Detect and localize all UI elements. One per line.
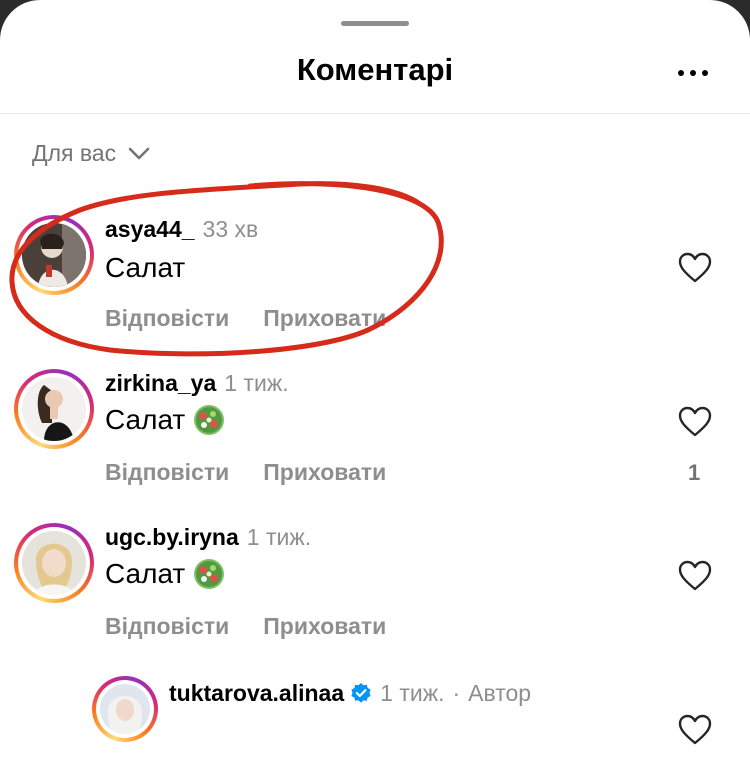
- reply-button[interactable]: Відповісти: [105, 459, 229, 486]
- author-label: Автор: [468, 680, 532, 706]
- reply-username[interactable]: tuktarova.alinaa: [169, 680, 344, 706]
- reply-text-clipped: [169, 714, 499, 726]
- hide-button[interactable]: Приховати: [263, 613, 386, 640]
- sort-dropdown[interactable]: Для вас: [32, 140, 150, 167]
- hide-button[interactable]: Приховати: [263, 305, 386, 332]
- avatar[interactable]: [14, 215, 94, 295]
- chevron-down-icon: [128, 147, 150, 159]
- sort-label: Для вас: [32, 140, 117, 166]
- avatar[interactable]: [92, 676, 158, 742]
- more-options-button[interactable]: [668, 58, 718, 88]
- like-count[interactable]: 1: [688, 460, 700, 486]
- reply-time: 1 тиж.: [380, 680, 445, 706]
- reply-button[interactable]: Відповісти: [105, 305, 229, 332]
- comment-username[interactable]: asya44_: [105, 216, 195, 242]
- green-salad-icon: [194, 405, 225, 435]
- sheet-title: Коментарі: [296, 52, 454, 87]
- more-horizontal-icon: [678, 70, 684, 76]
- comment-username[interactable]: ugc.by.iryna: [105, 524, 239, 550]
- comment-time: 1 тиж.: [224, 370, 289, 396]
- comment-time: 1 тиж.: [246, 524, 312, 550]
- heart-icon[interactable]: [678, 406, 712, 438]
- comment-time: 33 хв: [202, 216, 259, 242]
- comment-text: Салат: [105, 252, 186, 283]
- comment-text: Салат: [105, 404, 186, 435]
- comment-username[interactable]: zirkina_ya: [105, 370, 216, 396]
- drag-handle[interactable]: [341, 21, 409, 26]
- avatar[interactable]: [14, 523, 94, 603]
- heart-icon[interactable]: [678, 560, 712, 592]
- green-salad-icon: [194, 559, 225, 589]
- heart-icon[interactable]: [678, 714, 712, 746]
- separator-dot: ·: [452, 680, 461, 706]
- comment-text: Салат: [105, 558, 186, 589]
- comments-sheet: Коментарі Для вас asya44_ 33 хв Салат Ві…: [0, 0, 750, 760]
- hide-button[interactable]: Приховати: [263, 459, 386, 486]
- avatar[interactable]: [14, 369, 94, 449]
- header-divider: [0, 113, 750, 114]
- heart-icon[interactable]: [678, 252, 712, 284]
- reply-button[interactable]: Відповісти: [105, 613, 229, 640]
- verified-badge-icon: [351, 683, 371, 703]
